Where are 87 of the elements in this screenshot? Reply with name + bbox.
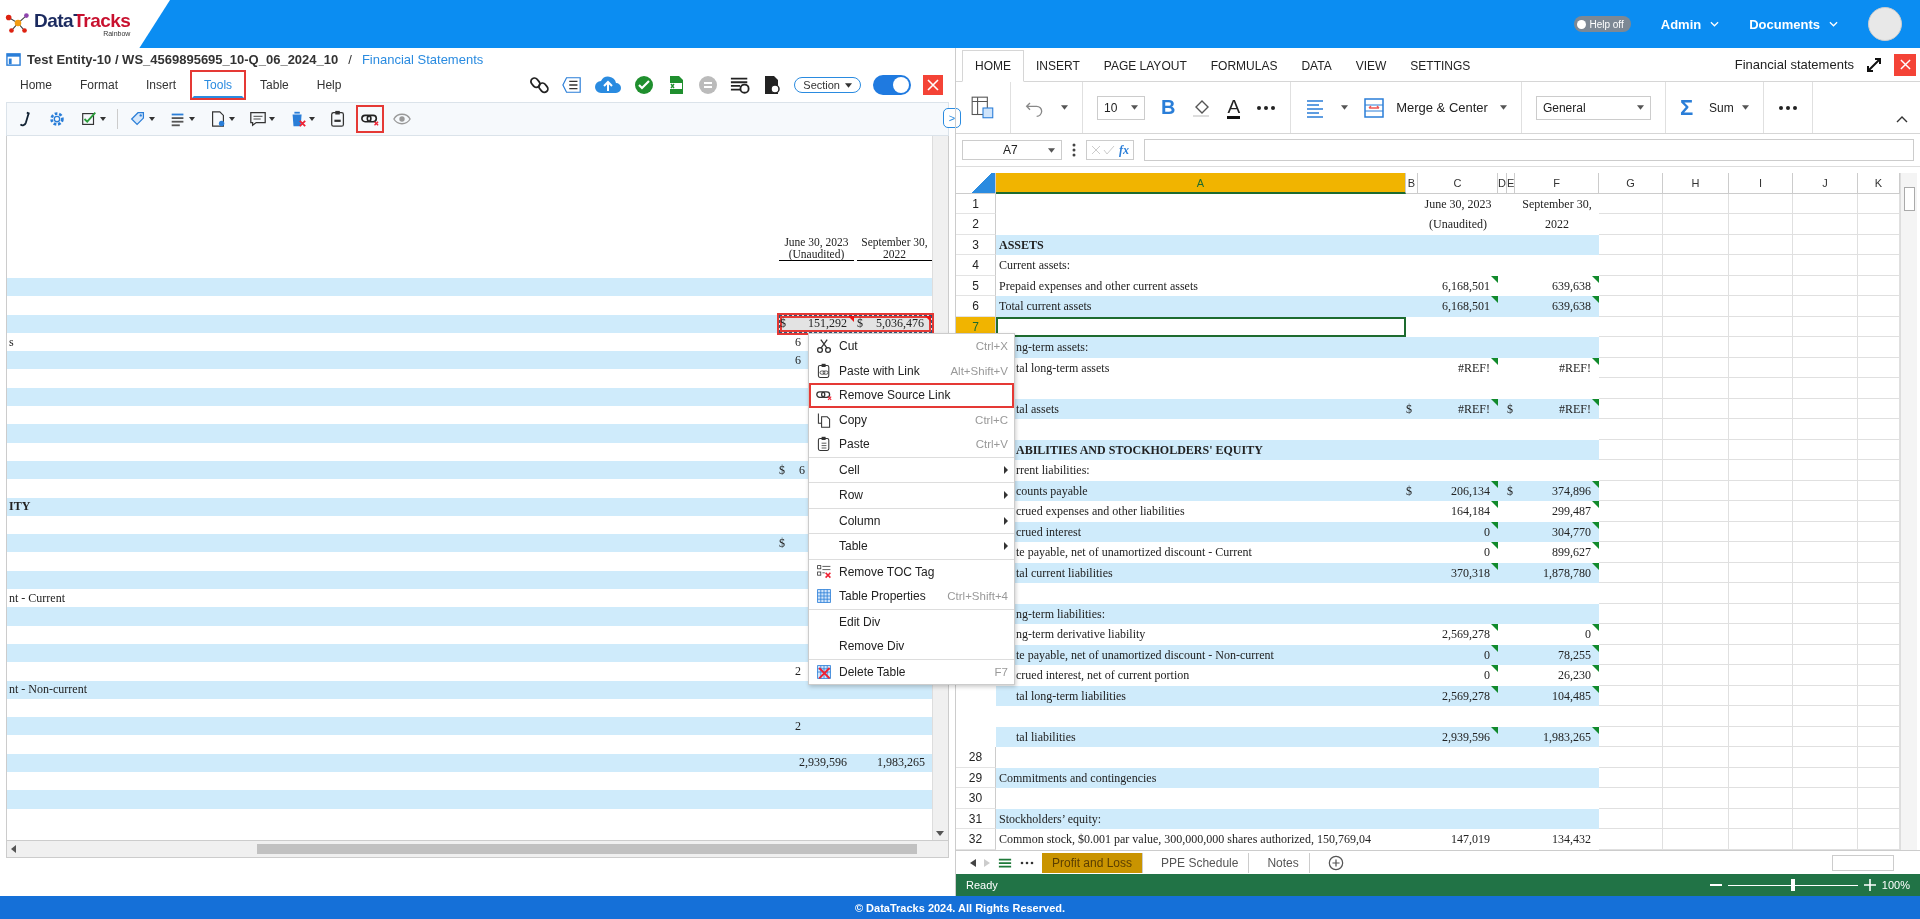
table-cell: #REF! — [1418, 357, 1498, 379]
row-label: nt - Non-current — [8, 682, 87, 698]
table-cell-text: tal assets — [1016, 400, 1060, 418]
table-cell: 299,487 — [1515, 501, 1599, 522]
table-cell-text: Current assets: — [998, 257, 1071, 275]
table-cell-text: $ — [1507, 482, 1514, 500]
column-heading: (Unaudited) — [779, 248, 854, 261]
table-cell: 1,878,780 — [1515, 562, 1599, 584]
table-cell: 374,896 — [1515, 480, 1599, 502]
row-label: ITY — [8, 499, 31, 515]
table-cell: 0 — [1418, 644, 1498, 666]
table-cell-text: tal liabilities — [1016, 728, 1077, 746]
table-cell-text: June 30, 2023 — [1423, 195, 1493, 213]
table-cell: 0 — [1418, 521, 1498, 543]
table-cell: 899,627 — [1515, 542, 1599, 563]
column-heading: June 30, 2023 — [784, 236, 849, 248]
breadcrumb-separator: / — [348, 51, 352, 67]
table-cell-text: ABILITIES AND STOCKHOLDERS' EQUITY — [1016, 441, 1264, 459]
table-cell-text: tal long-term assets — [1016, 359, 1111, 377]
table-cell-text: $ — [1406, 400, 1413, 418]
table-cell-text: ASSETS — [998, 236, 1045, 254]
table-cell: 164,184 — [1418, 501, 1498, 522]
table-cell-text: Commitments and contingencies — [998, 769, 1158, 787]
table-cell: 1,983,265 — [877, 755, 925, 771]
table-cell: 639,638 — [1515, 296, 1599, 317]
table-cell: #REF! — [1515, 398, 1599, 420]
table-cell: #REF! — [1515, 357, 1599, 379]
table-cell: 151,292 — [808, 316, 847, 332]
table-cell: 370,318 — [1418, 562, 1498, 584]
table-cell: 78,255 — [1515, 644, 1599, 666]
table-cell: 6 — [795, 352, 801, 368]
zoom-level: 100% — [1881, 879, 1910, 892]
table-cell-text: ng-term derivative liability — [1016, 626, 1147, 644]
table-cell-text: ng-term assets: — [1016, 339, 1090, 357]
table-cell: 2,569,278 — [1418, 624, 1498, 645]
table-cell: 6,168,501 — [1418, 296, 1498, 317]
table-cell: #REF! — [1418, 398, 1498, 420]
table-cell-text: Total current assets — [998, 298, 1093, 316]
table-cell-text: counts payable — [1016, 482, 1089, 500]
table-cell-text: crued interest, net of current portion — [1016, 667, 1191, 685]
table-cell-text: $ — [1406, 482, 1413, 500]
table-cell: 2,939,596 — [1418, 726, 1498, 748]
table-cell: 304,770 — [1515, 521, 1599, 543]
table-cell-text: rrent liabilities: — [1016, 462, 1091, 480]
column-heading: September 30, — [861, 236, 928, 248]
table-cell: 6 — [795, 334, 801, 350]
table-cell: 206,134 — [1418, 480, 1498, 502]
table-cell: 1,983,265 — [1515, 726, 1599, 748]
table-cell-text: te payable, net of unamortized discount - Non-current — [1016, 646, 1275, 664]
table-cell: 2,939,596 — [799, 755, 847, 771]
table-cell-text: 134,432 — [1551, 831, 1592, 849]
row-label: s — [8, 334, 14, 350]
table-cell: 104,485 — [1515, 685, 1599, 707]
status-text: Ready — [966, 879, 998, 892]
table-cell-text: (Unaudited) — [1428, 216, 1488, 234]
copyright-text: © DataTracks 2024. All Rights Reserved. — [854, 901, 1066, 914]
table-cell-text: crued interest — [1016, 523, 1082, 541]
row-label: nt - Current — [8, 590, 65, 606]
table-cell: 6 — [799, 462, 805, 478]
table-cell: 2,569,278 — [1418, 685, 1498, 707]
table-cell: 639,638 — [1515, 275, 1599, 297]
table-cell-text: 147,019 — [1450, 831, 1491, 849]
table-cell: 6,168,501 — [1418, 275, 1498, 297]
table-cell-text: tal long-term liabilities — [1016, 687, 1127, 705]
sheet-title: Financial statements — [1734, 57, 1854, 73]
table-cell-text: September 30, — [1521, 195, 1593, 213]
table-cell-text: tal current liabilities — [1016, 564, 1114, 582]
table-cell-text: crued expenses and other liabilities — [1016, 503, 1186, 521]
table-cell-text: te payable, net of unamortized discount - Current — [1016, 544, 1253, 562]
currency-sign: $ — [857, 316, 863, 332]
table-cell: 2 — [795, 663, 801, 679]
table-cell: 0 — [1418, 542, 1498, 563]
table-cell: 5,036,476 — [876, 316, 924, 332]
table-cell: 0 — [1418, 665, 1498, 686]
logo-text: DataTracks — [34, 11, 131, 30]
table-cell-text: $ — [1507, 400, 1514, 418]
table-cell-text: Prepaid expenses and other current assets — [998, 277, 1199, 295]
table-cell-text: Stockholders’ equity: — [998, 810, 1103, 828]
breadcrumb-path: Test Entity-10 / WS_4569895695_10-Q_06_2024_10 — [27, 51, 339, 67]
table-cell: 26,230 — [1515, 665, 1599, 686]
table-cell-text: Common stock, $0.001 par value, 300,000,000 shares authorized, 150,769,04 — [998, 831, 1372, 849]
currency-sign: $ — [779, 535, 785, 551]
currency-sign: $ — [779, 462, 785, 478]
table-cell-text: 2022 — [1544, 216, 1570, 234]
table-cell-text: ng-term liabilities: — [1016, 605, 1106, 623]
table-cell: 2 — [795, 718, 801, 734]
table-cell: 0 — [1515, 624, 1599, 645]
